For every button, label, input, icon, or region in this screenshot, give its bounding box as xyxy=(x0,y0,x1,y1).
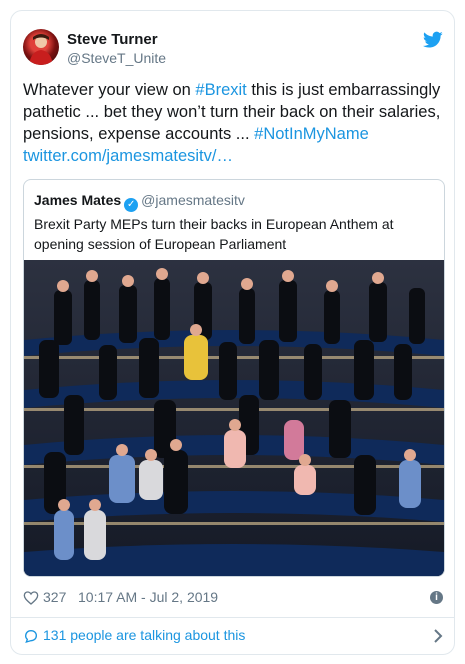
tweet-header: Steve Turner @SteveT_Unite xyxy=(23,29,443,69)
avatar[interactable] xyxy=(23,29,59,65)
conversation-link[interactable]: 131 people are talking about this xyxy=(23,627,443,647)
tweet-timestamp[interactable]: 10:17 AM - Jul 2, 2019 xyxy=(78,589,218,605)
divider xyxy=(11,617,454,618)
author-name[interactable]: Steve Turner xyxy=(67,31,158,48)
chevron-right-icon[interactable] xyxy=(433,628,443,644)
quoted-author-handle[interactable]: @jamesmatesitv xyxy=(141,192,245,208)
speech-bubble-icon xyxy=(24,629,38,644)
quoted-tweet[interactable]: James Mates ✓ @jamesmatesitv Brexit Party … xyxy=(23,179,445,577)
twitter-bird-icon[interactable] xyxy=(423,31,443,49)
tweet-text: Whatever your view on #Brexit this is ju… xyxy=(23,79,448,167)
quoted-author-name[interactable]: James Mates xyxy=(34,192,121,208)
hashtag-brexit-link[interactable]: #Brexit xyxy=(195,81,246,99)
info-icon[interactable]: i xyxy=(430,591,443,604)
like-count[interactable]: 327 xyxy=(43,589,66,605)
quoted-text: Brexit Party MEPs turn their backs in Eu… xyxy=(34,216,394,252)
verified-badge-icon: ✓ xyxy=(124,198,139,212)
quoted-tweet-link[interactable]: twitter.com/jamesmatesitv/… xyxy=(23,147,233,165)
hashtag-notinmyname-link[interactable]: #NotInMyName xyxy=(254,125,369,143)
quoted-photo[interactable] xyxy=(24,260,444,576)
quoted-header: James Mates ✓ @jamesmatesitv xyxy=(34,192,245,212)
tweet-footer: 327 10:17 AM - Jul 2, 2019 i xyxy=(23,589,443,609)
parliament-photo-illustration xyxy=(24,260,444,576)
tweet-text-part: Whatever your view on xyxy=(23,81,196,99)
tweet-card: Steve Turner @SteveT_Unite Whatever your… xyxy=(10,10,455,655)
talking-label[interactable]: 131 people are talking about this xyxy=(43,627,245,643)
heart-icon[interactable] xyxy=(23,590,39,606)
author-handle[interactable]: @SteveT_Unite xyxy=(67,50,166,66)
